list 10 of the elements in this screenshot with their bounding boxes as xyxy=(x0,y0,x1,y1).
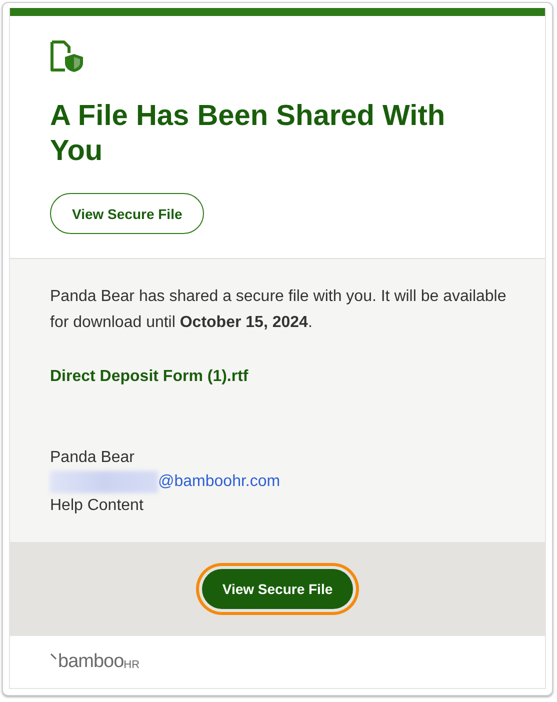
sender-name: Panda Bear xyxy=(50,448,136,468)
signature-note: Help Content xyxy=(50,496,144,516)
page-heading: A File Has Been Shared With You xyxy=(50,99,446,169)
file-link[interactable]: Direct Deposit Form (1).rtf xyxy=(50,368,248,386)
view-file-button[interactable]: View Secure File xyxy=(50,193,204,234)
file-shield-icon xyxy=(50,40,86,73)
brand-logo: bambooHR xyxy=(50,652,140,672)
share-message: Panda Bear has shared a secure file with you. It will be available for download until October 15, 2024. xyxy=(50,287,508,333)
email-link[interactable]: @bamboohr.com xyxy=(158,470,280,494)
view-file-button[interactable]: View Secure File xyxy=(202,569,353,609)
